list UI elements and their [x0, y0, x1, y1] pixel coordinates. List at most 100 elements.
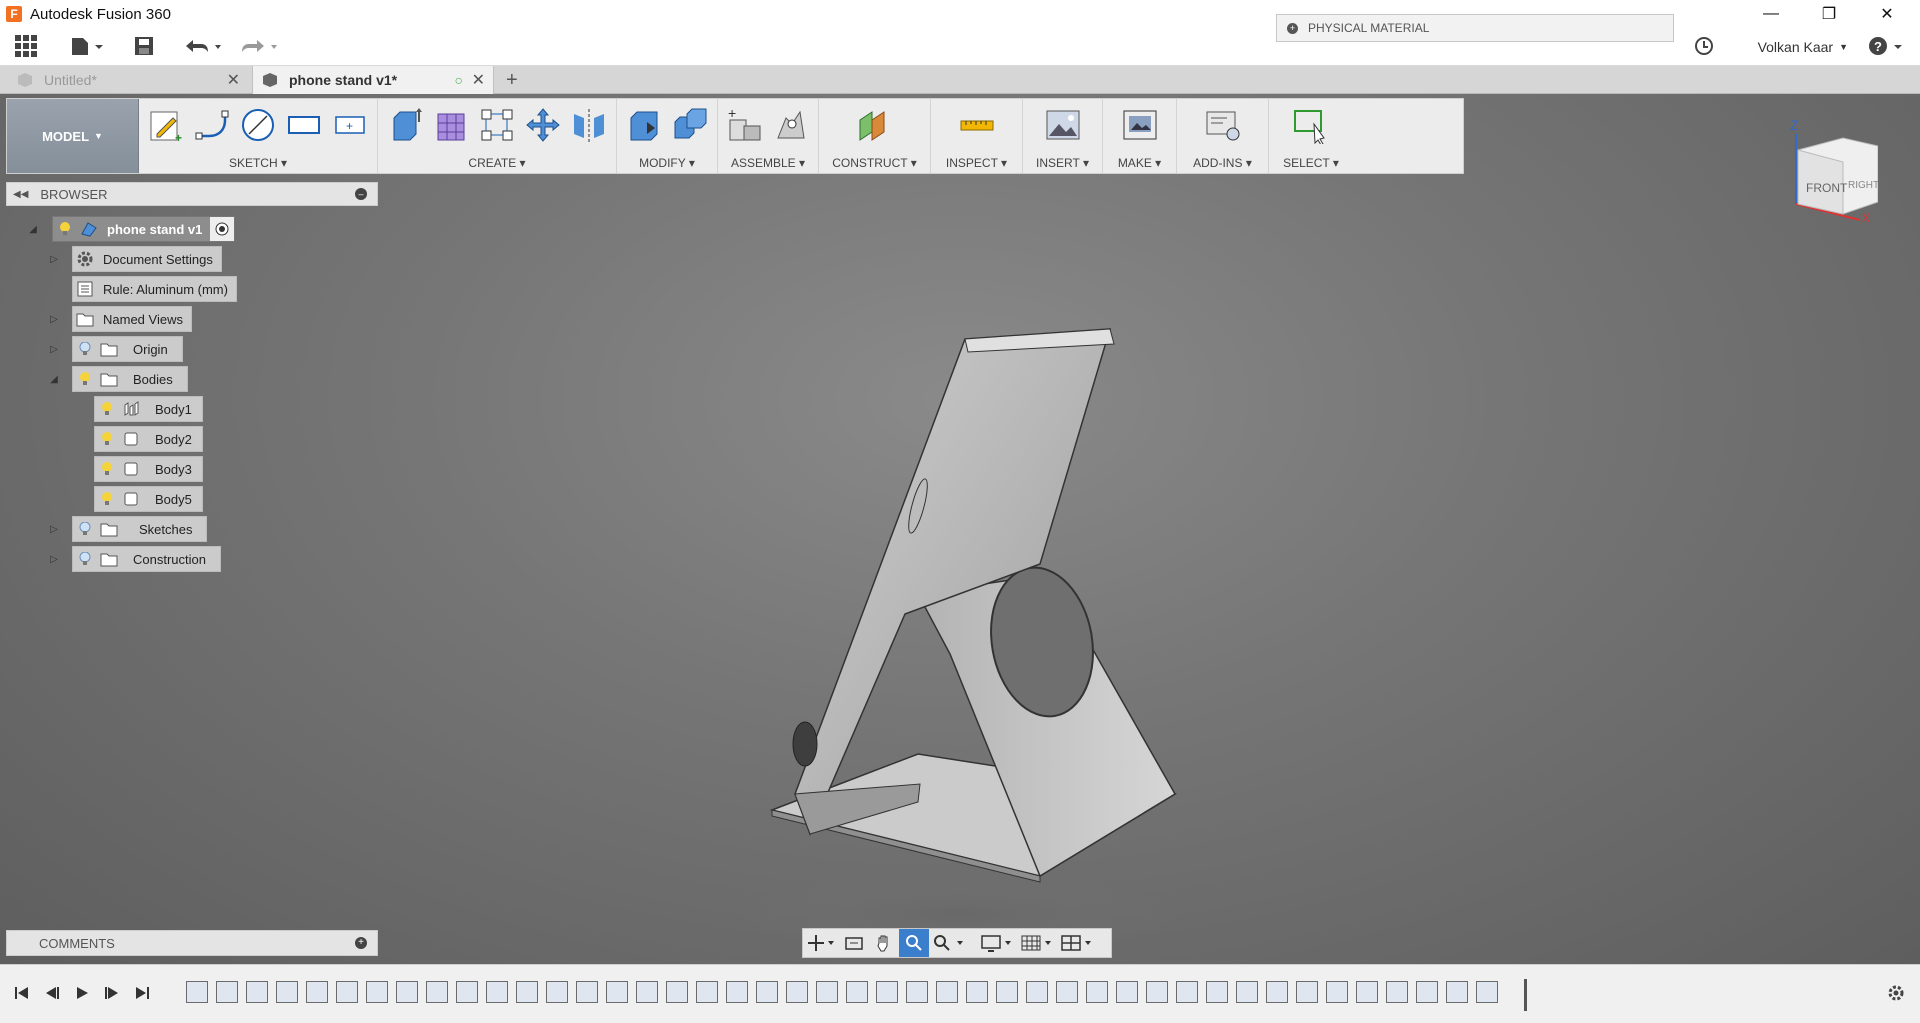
timeline-feature[interactable]: [486, 981, 508, 1003]
ribbon-label-add-ins[interactable]: ADD-INS ▾: [1177, 156, 1268, 170]
timeline-settings-gear-icon[interactable]: [1884, 981, 1908, 1005]
ribbon-label-select[interactable]: SELECT ▾: [1269, 156, 1353, 170]
circle-icon[interactable]: [235, 102, 281, 148]
move-body-icon[interactable]: [520, 102, 566, 148]
expand-triangle-icon[interactable]: ▷: [47, 552, 61, 566]
tree-item-rule[interactable]: Rule: Aluminum (mm): [72, 276, 237, 302]
timeline-feature[interactable]: [1176, 981, 1198, 1003]
timeline-feature[interactable]: [666, 981, 688, 1003]
close-window-button[interactable]: ✕: [1864, 0, 1910, 28]
timeline-features[interactable]: [182, 975, 1540, 1009]
offset-plane-icon[interactable]: [852, 102, 898, 148]
help-icon[interactable]: ?: [1866, 32, 1906, 60]
tree-item-body3[interactable]: Body3: [94, 456, 203, 482]
timeline-feature[interactable]: [1386, 981, 1408, 1003]
rectangle-icon[interactable]: [281, 102, 327, 148]
restore-button[interactable]: ❐: [1806, 0, 1852, 28]
new-component-icon[interactable]: +: [722, 102, 768, 148]
ribbon-label-modify[interactable]: MODIFY ▾: [617, 156, 717, 170]
timeline-feature[interactable]: [1356, 981, 1378, 1003]
timeline-marker[interactable]: [1524, 979, 1527, 1011]
timeline-feature[interactable]: [876, 981, 898, 1003]
tree-item-body2[interactable]: Body2: [94, 426, 203, 452]
timeline-feature[interactable]: [1296, 981, 1318, 1003]
browser-panel-header[interactable]: ◀◀ BROWSER –: [6, 182, 378, 206]
timeline-feature[interactable]: [1206, 981, 1228, 1003]
timeline-feature[interactable]: [996, 981, 1018, 1003]
timeline-feature[interactable]: [906, 981, 928, 1003]
timeline-feature[interactable]: [546, 981, 568, 1003]
tree-item-construction[interactable]: Construction: [72, 546, 221, 572]
timeline-feature[interactable]: [1086, 981, 1108, 1003]
timeline-feature[interactable]: [816, 981, 838, 1003]
timeline-feature[interactable]: [1116, 981, 1138, 1003]
timeline-feature[interactable]: [1056, 981, 1078, 1003]
timeline-feature[interactable]: [516, 981, 538, 1003]
ribbon-label-sketch[interactable]: SKETCH ▾: [139, 156, 377, 170]
job-status-clock-icon[interactable]: [1690, 32, 1718, 60]
lightbulb-icon[interactable]: [95, 487, 119, 511]
collapse-triangle-icon[interactable]: ◢: [47, 372, 61, 386]
comments-panel-header[interactable]: COMMENTS +: [6, 930, 378, 956]
play-icon[interactable]: [70, 981, 94, 1005]
timeline-feature[interactable]: [456, 981, 478, 1003]
joint-icon[interactable]: [768, 102, 814, 148]
add-comment-icon[interactable]: +: [355, 937, 367, 949]
grid-settings-icon[interactable]: [1017, 929, 1057, 957]
select-icon[interactable]: [1288, 102, 1334, 148]
timeline-feature[interactable]: [936, 981, 958, 1003]
timeline-feature[interactable]: [246, 981, 268, 1003]
workspace-switcher[interactable]: MODEL ▼: [7, 99, 139, 173]
timeline-feature[interactable]: [306, 981, 328, 1003]
tree-root[interactable]: phone stand v1: [52, 216, 236, 242]
display-settings-icon[interactable]: [977, 929, 1017, 957]
tree-item-body5[interactable]: Body5: [94, 486, 203, 512]
collapse-panel-icon[interactable]: ◀◀: [13, 189, 28, 200]
timeline-feature[interactable]: [1326, 981, 1348, 1003]
viewports-icon[interactable]: [1057, 929, 1097, 957]
timeline-feature[interactable]: [336, 981, 358, 1003]
press-pull-icon[interactable]: [621, 102, 667, 148]
go-to-end-icon[interactable]: [130, 981, 154, 1005]
ribbon-label-insert[interactable]: INSERT ▾: [1023, 156, 1102, 170]
canvas-viewport[interactable]: [0, 94, 1920, 964]
step-back-icon[interactable]: [40, 981, 64, 1005]
combine-icon[interactable]: [667, 102, 713, 148]
undo-icon[interactable]: [180, 32, 224, 60]
form-icon[interactable]: [428, 102, 474, 148]
tree-item-origin[interactable]: Origin: [72, 336, 183, 362]
viewcube-front[interactable]: FRONT: [1806, 181, 1848, 195]
minimize-panel-icon[interactable]: –: [355, 188, 367, 200]
measure-icon[interactable]: [954, 102, 1000, 148]
zoom-window-icon[interactable]: [899, 929, 929, 957]
ribbon-label-construct[interactable]: CONSTRUCT ▾: [819, 156, 930, 170]
timeline-feature[interactable]: [636, 981, 658, 1003]
timeline-feature[interactable]: [1416, 981, 1438, 1003]
collapse-triangle-icon[interactable]: ◢: [26, 222, 40, 236]
tree-item-document-settings[interactable]: Document Settings: [72, 246, 222, 272]
lightbulb-icon[interactable]: [95, 457, 119, 481]
timeline-feature[interactable]: [366, 981, 388, 1003]
lightbulb-icon[interactable]: [53, 217, 77, 241]
line-icon[interactable]: [189, 102, 235, 148]
timeline-feature[interactable]: [846, 981, 868, 1003]
stop-sketch-icon[interactable]: +: [327, 102, 373, 148]
go-to-start-icon[interactable]: [10, 981, 34, 1005]
create-sketch-icon[interactable]: +: [143, 102, 189, 148]
expand-triangle-icon[interactable]: ▷: [47, 252, 61, 266]
timeline-feature[interactable]: [726, 981, 748, 1003]
tree-item-sketches[interactable]: Sketches: [72, 516, 208, 542]
make-3dprint-icon[interactable]: [1117, 102, 1163, 148]
file-menu-icon[interactable]: [66, 32, 106, 60]
extrude-icon[interactable]: [382, 102, 428, 148]
lightbulb-icon[interactable]: [95, 397, 119, 421]
lightbulb-off-icon[interactable]: [73, 517, 97, 541]
view-cube[interactable]: Z X FRONT RIGHT: [1788, 112, 1879, 225]
timeline-feature[interactable]: [1476, 981, 1498, 1003]
timeline-feature[interactable]: [966, 981, 988, 1003]
ribbon-label-create[interactable]: CREATE ▾: [378, 156, 616, 170]
activate-radio-icon[interactable]: [210, 217, 235, 241]
ribbon-label-inspect[interactable]: INSPECT ▾: [931, 156, 1022, 170]
timeline-feature[interactable]: [786, 981, 808, 1003]
tree-item-named-views[interactable]: Named Views: [72, 306, 192, 332]
